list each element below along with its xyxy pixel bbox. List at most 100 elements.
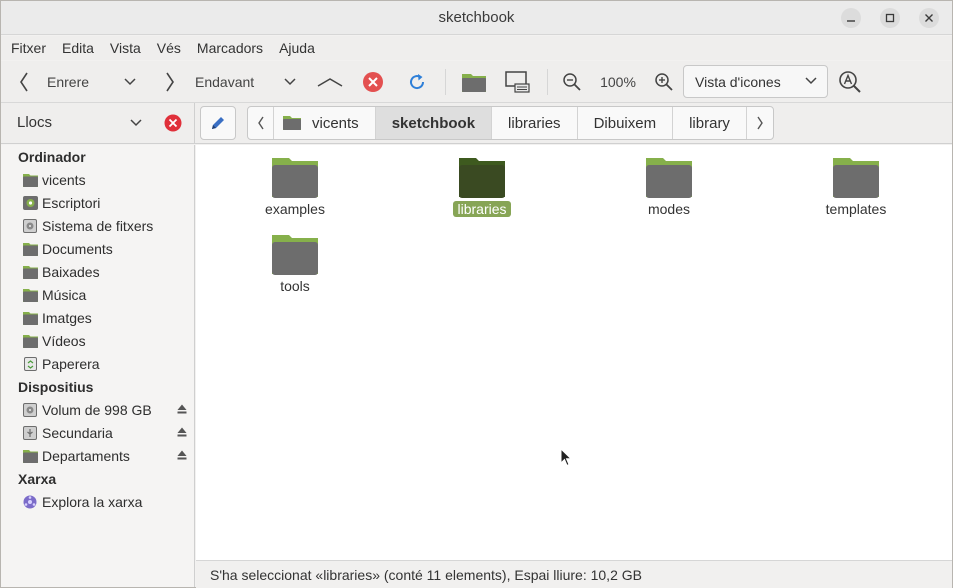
sidebar-item-label: Escriptori bbox=[42, 195, 101, 211]
folder-item-templates[interactable]: templates bbox=[796, 155, 916, 217]
home-folder-icon bbox=[462, 74, 486, 92]
zoom-in-button[interactable] bbox=[651, 67, 677, 97]
breadcrumb-scroll-left[interactable] bbox=[248, 107, 274, 139]
breadcrumb-item-sketchbook[interactable]: sketchbook bbox=[375, 107, 493, 139]
breadcrumb-label: vicents bbox=[312, 114, 359, 132]
home-button[interactable] bbox=[459, 67, 489, 97]
forward-history-dropdown[interactable] bbox=[279, 67, 301, 97]
menu-edit[interactable]: Edita bbox=[62, 40, 94, 56]
reload-button[interactable] bbox=[403, 67, 431, 97]
toggle-location-entry-button[interactable] bbox=[200, 106, 236, 140]
breadcrumb-item-library[interactable]: library bbox=[673, 107, 747, 139]
folder-item-tools[interactable]: tools bbox=[235, 232, 355, 294]
back-history-dropdown[interactable] bbox=[119, 67, 141, 97]
breadcrumb-label: sketchbook bbox=[391, 114, 476, 132]
sidebar-item-vicents[interactable]: vicents bbox=[23, 169, 188, 191]
forward-label: Endavant bbox=[195, 74, 255, 90]
sidebar-item-documents[interactable]: Documents bbox=[23, 238, 188, 260]
breadcrumb-label: Dibuixem bbox=[593, 114, 657, 132]
chevron-down-icon bbox=[805, 77, 817, 85]
back-arrow-icon bbox=[20, 72, 28, 92]
folder-icon bbox=[23, 450, 38, 463]
sidebar-section-network: Xarxa bbox=[18, 471, 57, 487]
sidebar-item-label: Imatges bbox=[42, 310, 92, 326]
breadcrumb-item-vicents[interactable]: vicents bbox=[274, 107, 376, 139]
eject-icon[interactable] bbox=[176, 426, 188, 438]
folder-icon bbox=[646, 158, 692, 198]
sidebar-item-label: Secundaria bbox=[42, 425, 113, 441]
status-text: S'ha seleccionat «libraries» (conté 11 e… bbox=[210, 566, 642, 583]
up-button[interactable] bbox=[315, 67, 345, 97]
maximize-button[interactable] bbox=[880, 8, 900, 28]
forward-arrow-icon bbox=[166, 72, 174, 92]
back-button[interactable]: Enrere bbox=[17, 67, 127, 97]
maximize-icon bbox=[885, 13, 895, 23]
sidebar-item-secundaria[interactable]: Secundaria bbox=[23, 422, 188, 444]
sidebar-mode-dropdown-icon[interactable] bbox=[130, 118, 142, 128]
sidebar-item-departaments[interactable]: Departaments bbox=[23, 445, 188, 467]
chevron-down-icon bbox=[124, 78, 136, 86]
folder-icon bbox=[272, 158, 318, 198]
menu-bookmarks[interactable]: Marcadors bbox=[197, 40, 263, 56]
search-button[interactable] bbox=[836, 67, 864, 97]
search-icon bbox=[839, 71, 861, 93]
breadcrumb: vicents sketchbook libraries Dibuixem li… bbox=[247, 106, 774, 140]
menu-help[interactable]: Ajuda bbox=[279, 40, 315, 56]
breadcrumb-item-dibuixem[interactable]: Dibuixem bbox=[578, 107, 674, 139]
eject-icon[interactable] bbox=[176, 449, 188, 461]
zoom-out-icon bbox=[563, 73, 581, 91]
zoom-level[interactable]: 100% bbox=[593, 67, 643, 97]
eject-icon[interactable] bbox=[176, 403, 188, 415]
sidebar-item-volum-998gb[interactable]: Volum de 998 GB bbox=[23, 399, 188, 421]
chevron-right-icon bbox=[757, 116, 763, 130]
minimize-icon bbox=[847, 20, 855, 22]
sidebar-item-label: Vídeos bbox=[42, 333, 86, 349]
sidebar-section-computer: Ordinador bbox=[18, 149, 86, 165]
breadcrumb-item-libraries[interactable]: libraries bbox=[492, 107, 578, 139]
close-window-button[interactable] bbox=[919, 8, 939, 28]
menu-go[interactable]: Vés bbox=[157, 40, 181, 56]
sidebar-header: Llocs bbox=[1, 103, 195, 143]
folder-label: examples bbox=[265, 201, 325, 217]
sidebar-item-musica[interactable]: Música bbox=[23, 284, 188, 306]
minimize-button[interactable] bbox=[841, 8, 861, 28]
breadcrumb-scroll-right[interactable] bbox=[747, 107, 773, 139]
menu-bar: Fitxer Edita Vista Vés Marcadors Ajuda bbox=[1, 36, 952, 60]
toolbar: Enrere Endavant 100% Vista d'icones bbox=[1, 61, 952, 103]
drive-icon bbox=[23, 403, 37, 417]
file-view[interactable]: examples libraries modes templates tools bbox=[196, 145, 952, 560]
sidebar-item-label: Volum de 998 GB bbox=[42, 402, 152, 418]
folder-item-examples[interactable]: examples bbox=[235, 155, 355, 217]
sidebar-item-escriptori[interactable]: Escriptori bbox=[23, 192, 188, 214]
file-manager-window: sketchbook Fitxer Edita Vista Vés Marcad… bbox=[0, 0, 953, 588]
folder-icon bbox=[23, 243, 38, 256]
drive-icon bbox=[23, 219, 37, 233]
forward-button[interactable]: Endavant bbox=[163, 67, 273, 97]
folder-label: tools bbox=[280, 278, 310, 294]
folder-item-libraries[interactable]: libraries bbox=[422, 155, 542, 217]
home-folder-icon bbox=[23, 174, 38, 187]
close-sidebar-icon[interactable] bbox=[164, 114, 182, 132]
computer-button[interactable] bbox=[501, 67, 533, 97]
folder-icon bbox=[23, 266, 38, 279]
close-icon bbox=[925, 14, 933, 22]
reload-icon bbox=[410, 74, 425, 90]
menu-file[interactable]: Fitxer bbox=[11, 40, 46, 56]
sidebar-item-sistema-de-fitxers[interactable]: Sistema de fitxers bbox=[23, 215, 188, 237]
folder-icon bbox=[23, 289, 38, 302]
folder-item-modes[interactable]: modes bbox=[609, 155, 729, 217]
zoom-in-icon bbox=[655, 73, 673, 91]
stop-button[interactable] bbox=[359, 67, 387, 97]
view-mode-select[interactable]: Vista d'icones bbox=[683, 65, 828, 98]
title-bar[interactable]: sketchbook bbox=[1, 1, 952, 35]
computer-icon bbox=[505, 71, 530, 93]
zoom-out-button[interactable] bbox=[559, 67, 585, 97]
sidebar-item-imatges[interactable]: Imatges bbox=[23, 307, 188, 329]
folder-label: modes bbox=[647, 201, 691, 217]
sidebar-item-videos[interactable]: Vídeos bbox=[23, 330, 188, 352]
menu-view[interactable]: Vista bbox=[110, 40, 141, 56]
sidebar-item-explora-la-xarxa[interactable]: Explora la xarxa bbox=[23, 491, 188, 513]
chevron-down-icon bbox=[284, 78, 296, 86]
sidebar-item-baixades[interactable]: Baixades bbox=[23, 261, 188, 283]
sidebar-item-paperera[interactable]: Paperera bbox=[23, 353, 188, 375]
